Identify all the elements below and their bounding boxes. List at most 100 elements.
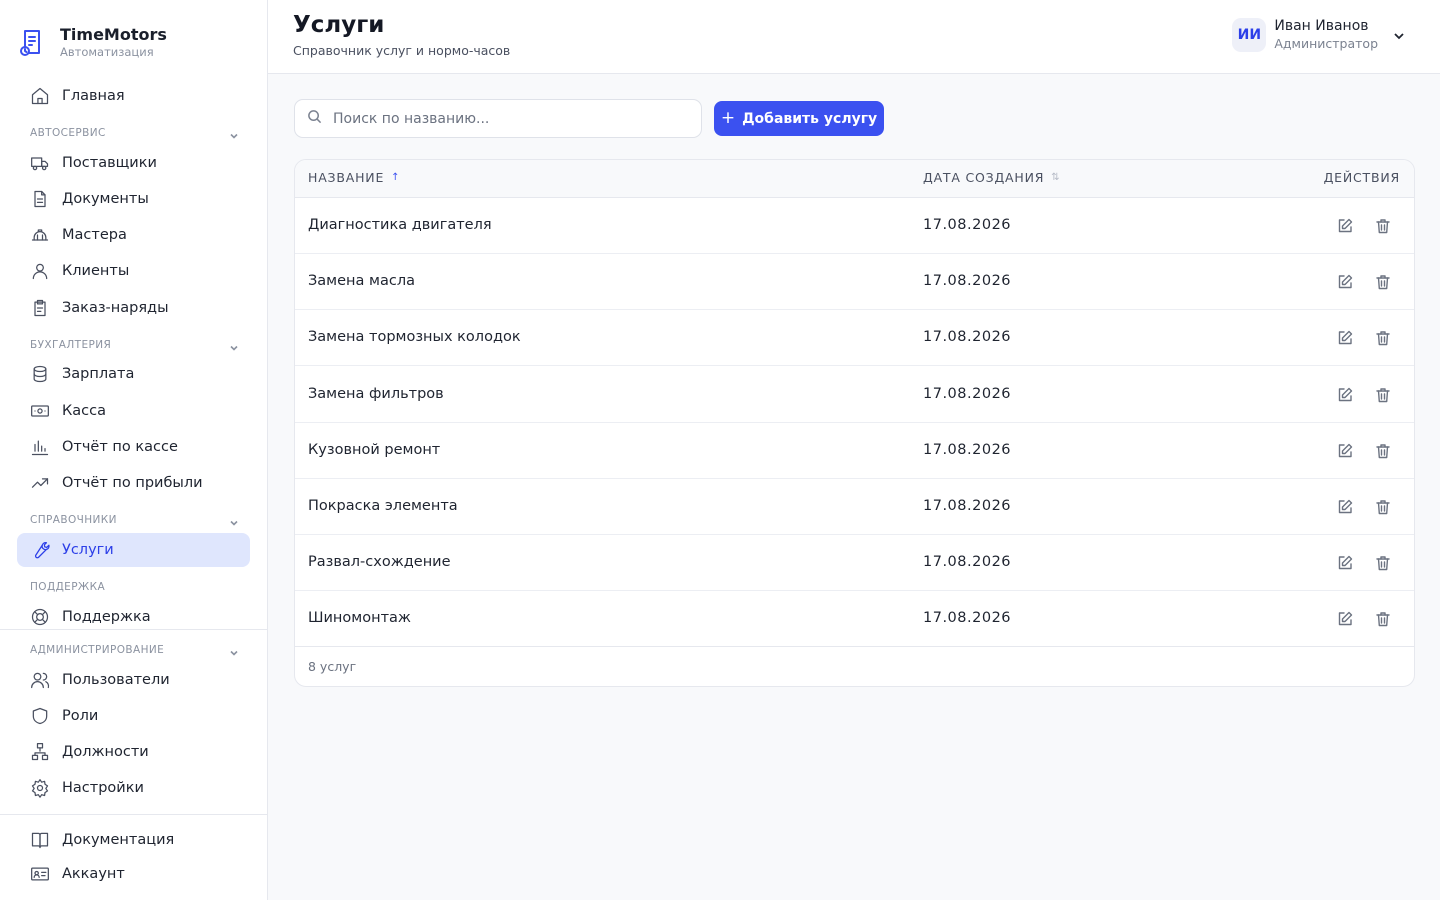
chevron-down-icon	[228, 514, 240, 526]
sidebar-item-settings[interactable]: Настройки	[17, 771, 250, 805]
lifebuoy-icon	[30, 607, 50, 627]
column-label: ДЕЙСТВИЯ	[1323, 170, 1400, 185]
table-header: НАЗВАНИЕ ↑ ДАТА СОЗДАНИЯ ⇅ ДЕЙСТВИЯ	[295, 160, 1414, 198]
gear-icon	[30, 778, 50, 798]
section-support: ПОДДЕРЖКА	[30, 580, 240, 594]
trash-icon[interactable]	[1374, 386, 1392, 404]
services-table: НАЗВАНИЕ ↑ ДАТА СОЗДАНИЯ ⇅ ДЕЙСТВИЯ Диаг…	[294, 159, 1415, 687]
sidebar-item-label: Поддержка	[62, 609, 151, 625]
search-input[interactable]	[333, 110, 673, 127]
service-name: Развал-схождение	[308, 554, 451, 571]
trash-icon[interactable]	[1374, 273, 1392, 291]
table-row[interactable]: Кузовной ремонт 17.08.2026	[295, 423, 1414, 479]
edit-icon[interactable]	[1336, 498, 1354, 516]
created-date: 17.08.2026	[923, 273, 1012, 290]
section-admin[interactable]: АДМИНИСТРИРОВАНИЕ	[30, 643, 240, 657]
hierarchy-icon	[30, 742, 50, 762]
chevron-down-icon	[228, 644, 240, 656]
section-references[interactable]: СПРАВОЧНИКИ	[30, 513, 240, 527]
page-title: Услуги	[293, 12, 385, 38]
banknote-icon	[30, 401, 50, 421]
created-date: 17.08.2026	[923, 498, 1012, 514]
sidebar-item-orders[interactable]: Заказ-наряды	[17, 291, 250, 325]
section-autoservice[interactable]: АВТОСЕРВИС	[30, 126, 240, 140]
sidebar-item-masters[interactable]: Мастера	[17, 218, 250, 252]
shield-icon	[30, 706, 50, 726]
trash-icon[interactable]	[1374, 610, 1392, 628]
users-icon	[30, 670, 50, 690]
column-header-name[interactable]: НАЗВАНИЕ ↑	[308, 170, 400, 185]
brand-name: TimeMotors	[60, 25, 167, 44]
column-label: НАЗВАНИЕ	[308, 170, 385, 185]
section-label: ПОДДЕРЖКА	[30, 581, 106, 593]
sidebar-item-documents[interactable]: Документы	[17, 182, 250, 216]
sidebar-item-roles[interactable]: Роли	[17, 699, 250, 733]
trash-icon[interactable]	[1374, 554, 1392, 572]
created-date: 17.08.2026	[923, 610, 1012, 627]
sidebar-item-label: Отчёт по кассе	[62, 439, 178, 455]
section-accounting[interactable]: БУХГАЛТЕРИЯ	[30, 338, 240, 352]
sidebar-item-profit-report[interactable]: Отчёт по прибыли	[17, 466, 250, 500]
id-card-icon	[30, 864, 50, 884]
search-field[interactable]	[294, 99, 702, 138]
trash-icon[interactable]	[1374, 217, 1392, 235]
user-name: Иван Иванов	[1274, 18, 1369, 34]
row-count: 8 услуг	[308, 659, 357, 674]
sidebar-item-label: Аккаунт	[62, 866, 125, 882]
section-label: СПРАВОЧНИКИ	[30, 514, 117, 526]
divider	[0, 814, 267, 815]
coins-icon	[30, 364, 50, 384]
section-label: АВТОСЕРВИС	[30, 127, 106, 139]
sidebar-item-positions[interactable]: Должности	[17, 735, 250, 769]
edit-icon[interactable]	[1336, 217, 1354, 235]
sidebar-item-salary[interactable]: Зарплата	[17, 357, 250, 391]
table-row[interactable]: Диагностика двигателя 17.08.2026	[295, 198, 1414, 254]
table-row[interactable]: Замена масла 17.08.2026	[295, 254, 1414, 311]
document-icon	[30, 189, 50, 209]
edit-icon[interactable]	[1336, 273, 1354, 291]
sidebar-item-clients[interactable]: Клиенты	[17, 254, 250, 288]
trash-icon[interactable]	[1374, 442, 1392, 460]
sidebar-item-home[interactable]: Главная	[17, 79, 250, 113]
sidebar-item-cash-report[interactable]: Отчёт по кассе	[17, 430, 250, 464]
edit-icon[interactable]	[1336, 329, 1354, 347]
created-date: 17.08.2026	[923, 441, 1012, 458]
sidebar-item-label: Настройки	[62, 780, 144, 796]
edit-icon[interactable]	[1336, 610, 1354, 628]
truck-icon	[30, 153, 50, 173]
sidebar-item-suppliers[interactable]: Поставщики	[17, 146, 250, 180]
table-row[interactable]: Развал-схождение 17.08.2026	[295, 535, 1414, 592]
brand[interactable]: TimeMotors Автоматизация	[18, 26, 167, 60]
edit-icon[interactable]	[1336, 442, 1354, 460]
sidebar-item-users[interactable]: Пользователи	[17, 663, 250, 697]
column-header-date[interactable]: ДАТА СОЗДАНИЯ ⇅	[923, 170, 1060, 185]
user-icon	[30, 261, 50, 281]
edit-icon[interactable]	[1336, 554, 1354, 572]
trending-up-icon	[30, 473, 50, 493]
column-label: ДАТА СОЗДАНИЯ	[923, 170, 1045, 185]
sort-icon: ⇅	[1051, 172, 1060, 183]
sidebar-item-docs[interactable]: Документация	[17, 823, 250, 857]
table-row[interactable]: Шиномонтаж 17.08.2026	[295, 591, 1414, 648]
table-row[interactable]: Замена фильтров 17.08.2026	[295, 367, 1414, 423]
service-name: Замена фильтров	[308, 385, 444, 402]
table-row[interactable]: Покраска элемента 17.08.2026	[295, 479, 1414, 535]
sidebar-item-cashbox[interactable]: Касса	[17, 394, 250, 428]
sidebar-item-label: Услуги	[62, 542, 114, 558]
top-header: Услуги Справочник услуг и нормо-часов ИИ…	[268, 0, 1440, 74]
section-label: АДМИНИСТРИРОВАНИЕ	[30, 644, 165, 656]
sidebar-item-label: Отчёт по прибыли	[62, 475, 203, 491]
table-row[interactable]: Замена тормозных колодок 17.08.2026	[295, 310, 1414, 367]
edit-icon[interactable]	[1336, 386, 1354, 404]
sidebar-item-services[interactable]: Услуги	[17, 533, 250, 567]
sidebar-item-account[interactable]: Аккаунт	[17, 857, 250, 891]
add-service-button[interactable]: + Добавить услугу	[714, 101, 884, 136]
trash-icon[interactable]	[1374, 498, 1392, 516]
clipboard-icon	[30, 298, 50, 318]
user-menu[interactable]: ИИ Иван Иванов Администратор	[1232, 18, 1406, 52]
trash-icon[interactable]	[1374, 329, 1392, 347]
sidebar-item-label: Заказ-наряды	[62, 300, 169, 316]
search-icon	[307, 109, 322, 128]
service-name: Замена масла	[308, 273, 415, 290]
sidebar: TimeMotors Автоматизация Главная АВТОСЕР…	[0, 0, 268, 900]
